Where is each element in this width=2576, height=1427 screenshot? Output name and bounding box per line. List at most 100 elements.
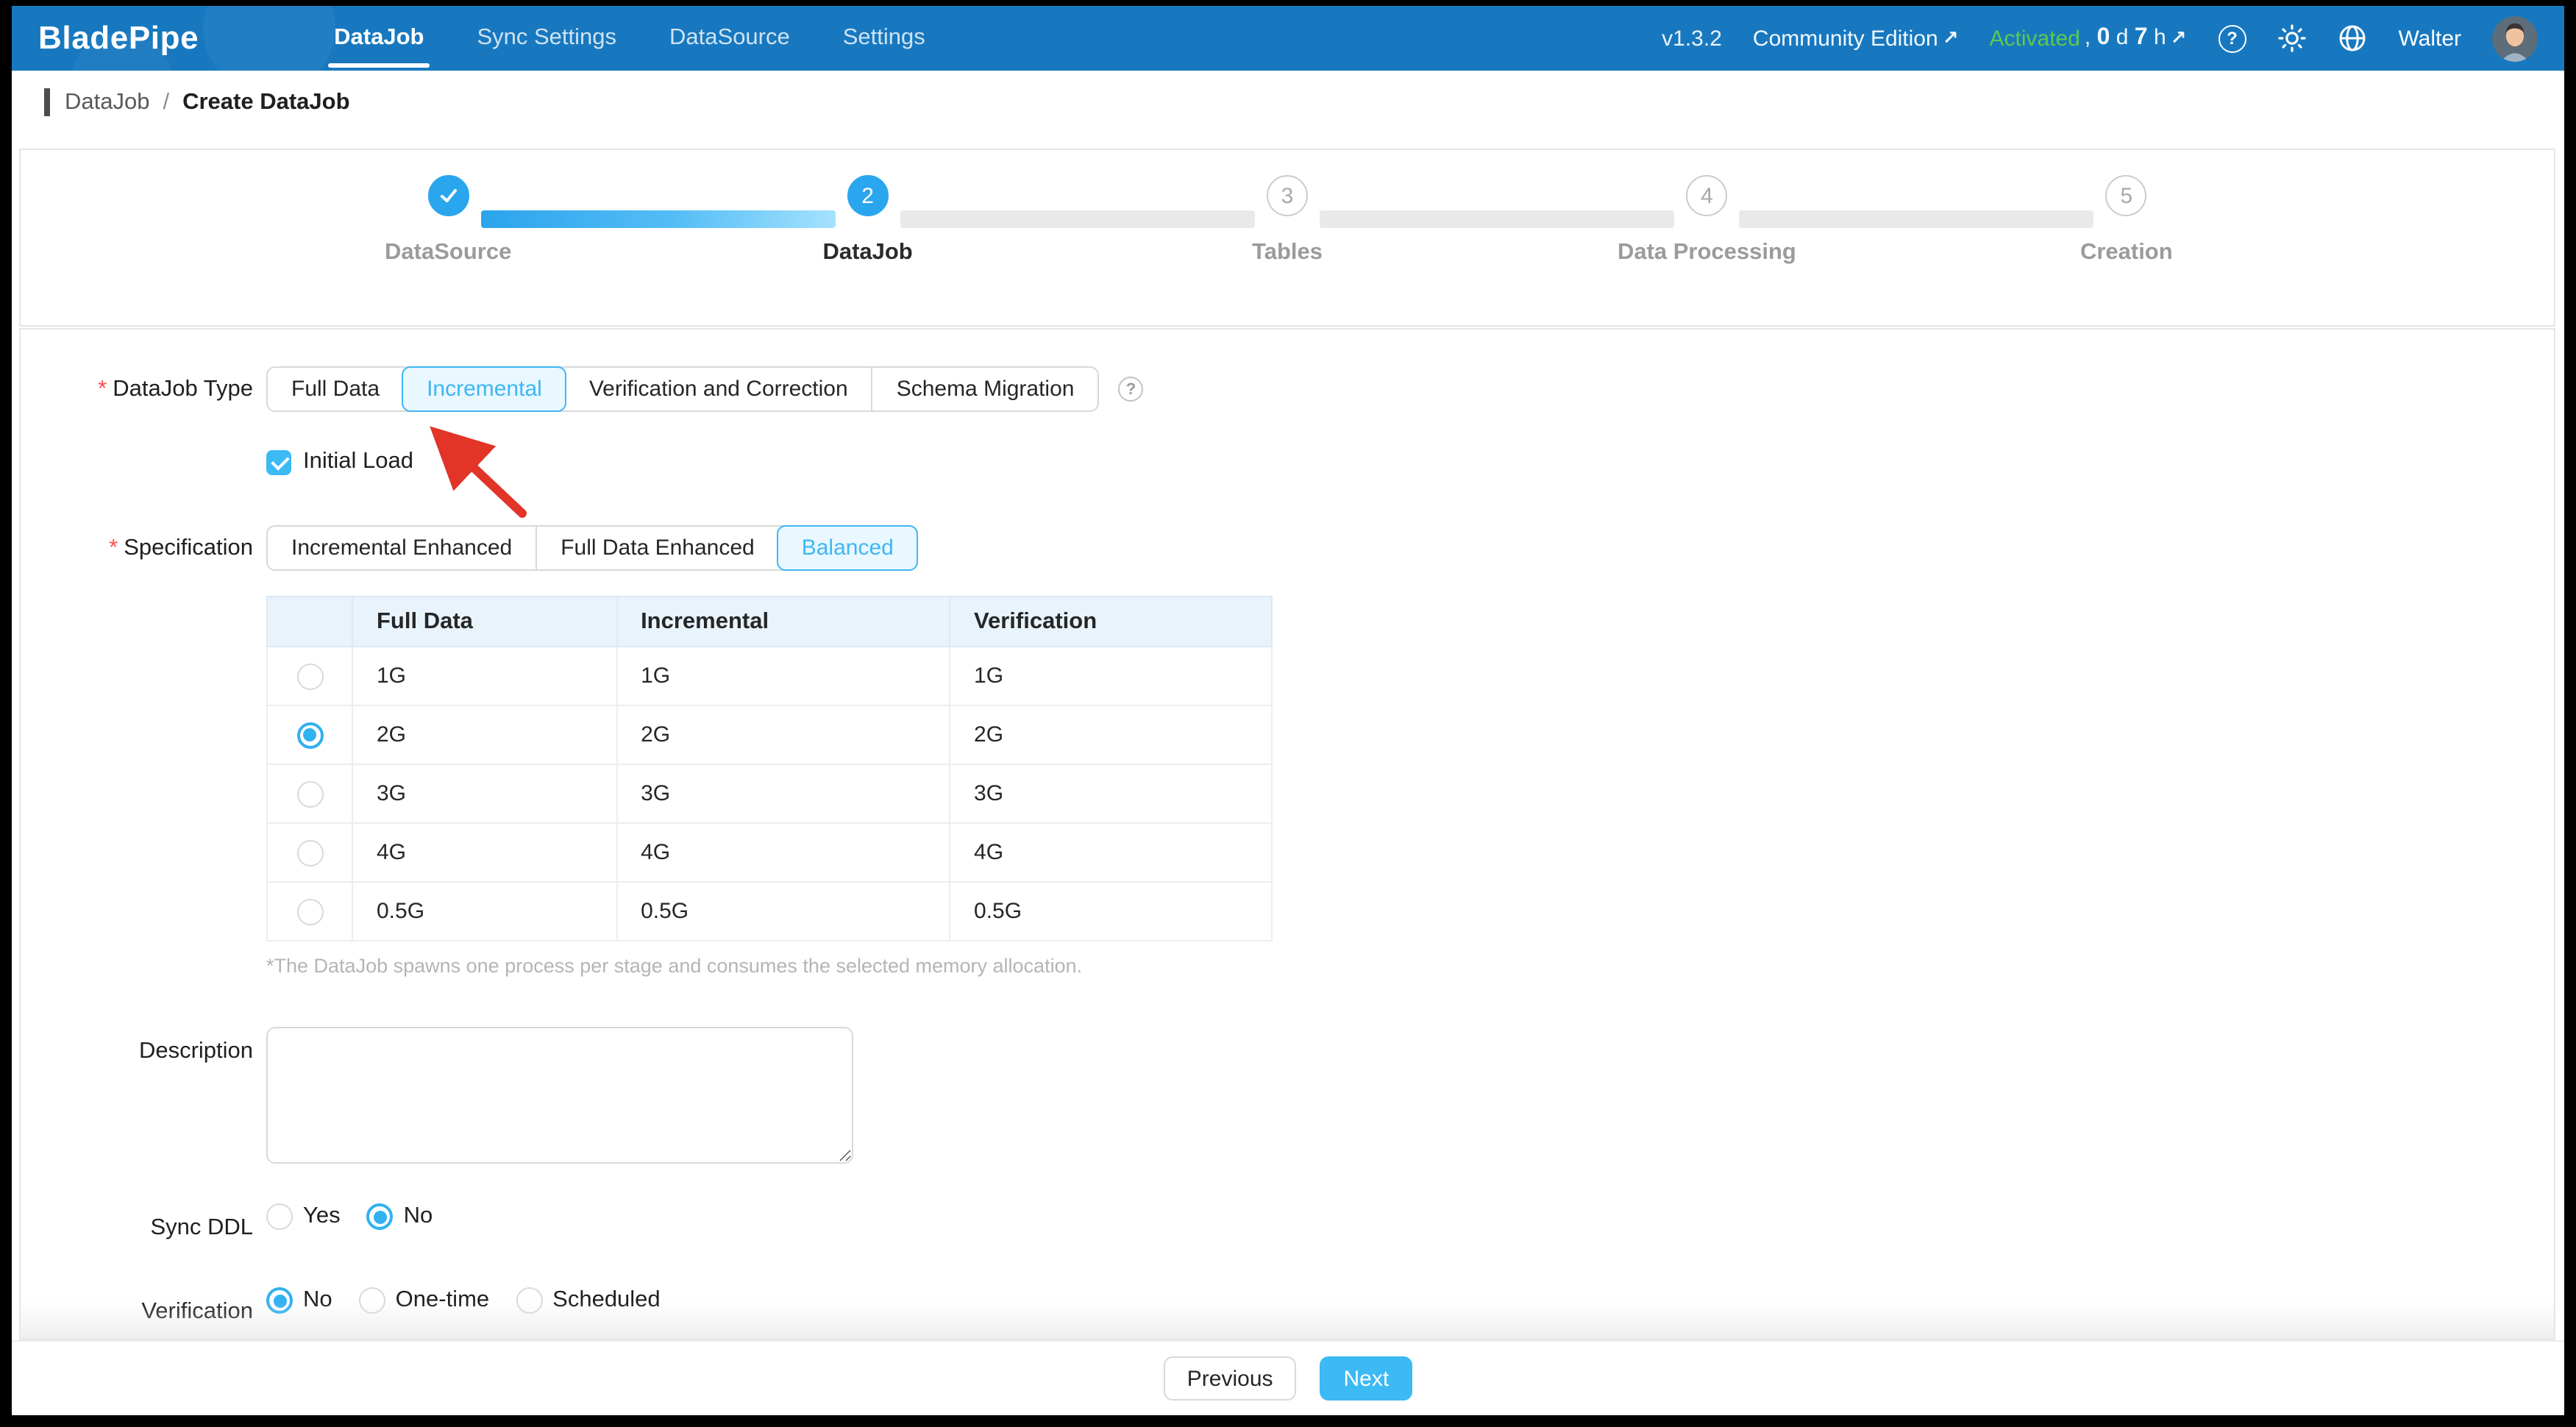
row-radio-cell[interactable]: [267, 764, 352, 823]
cell-full-data: 4G: [352, 823, 616, 882]
breadcrumb-parent[interactable]: DataJob: [65, 89, 149, 115]
step-number-circle: 5: [2106, 175, 2147, 216]
cell-verification: 4G: [950, 823, 1272, 882]
cell-full-data: 1G: [352, 647, 616, 705]
specification-row: Incremental Enhanced Full Data Enhanced …: [266, 525, 919, 571]
row-radio-1g[interactable]: [296, 663, 323, 689]
wizard-steps: DataSource 2 DataJob 3 Tables 4 Data Pro…: [238, 175, 2336, 266]
page-title: Create DataJob: [182, 89, 349, 115]
navbar-right-cluster: v1.3.2 Community Edition ↗ Activated , 0…: [1662, 15, 2538, 61]
row-radio-cell[interactable]: [267, 647, 352, 705]
sun-icon: [2277, 24, 2307, 53]
datajob-type-label: *DataJob Type: [21, 377, 253, 403]
row-radio-cell[interactable]: [267, 882, 352, 941]
breadcrumb-accent-bar: [44, 88, 50, 116]
edition-label: Community Edition: [1753, 26, 1938, 51]
username-label[interactable]: Walter: [2398, 26, 2461, 51]
cell-incremental: 1G: [616, 647, 950, 705]
required-asterisk: *: [98, 377, 107, 402]
table-row: 2G 2G 2G: [267, 705, 1272, 764]
help-button[interactable]: ?: [2217, 24, 2246, 53]
nav-item-datasource[interactable]: DataSource: [669, 6, 790, 71]
app-window: BladePipe DataJob Sync Settings DataSour…: [12, 6, 2564, 1415]
column-header-verification: Verification: [950, 597, 1272, 647]
datajob-form-card: *DataJob Type Full Data Incremental Veri…: [19, 328, 2555, 1340]
option-incremental-enhanced[interactable]: Incremental Enhanced: [268, 527, 536, 569]
previous-button[interactable]: Previous: [1164, 1356, 1297, 1401]
row-radio-cell[interactable]: [267, 823, 352, 882]
verification-option-scheduled[interactable]: Scheduled: [516, 1287, 661, 1314]
step-check-circle: [427, 175, 469, 216]
screenshot-frame: BladePipe DataJob Sync Settings DataSour…: [0, 0, 2576, 1427]
nav-item-datajob[interactable]: DataJob: [334, 6, 424, 71]
verification-radio-group: No One-time Scheduled: [266, 1287, 661, 1314]
nav-item-sync-settings[interactable]: Sync Settings: [477, 6, 616, 71]
table-row: 1G 1G 1G: [267, 647, 1272, 705]
theme-toggle-button[interactable]: [2277, 24, 2307, 53]
version-label: v1.3.2: [1662, 26, 1722, 51]
sync-ddl-label: Sync DDL: [21, 1215, 253, 1242]
initial-load-checkbox-row[interactable]: Initial Load: [266, 449, 413, 475]
table-row: 0.5G 0.5G 0.5G: [267, 882, 1272, 941]
next-button[interactable]: Next: [1320, 1356, 1413, 1401]
brand-logo[interactable]: BladePipe: [38, 19, 199, 57]
license-uptime-link[interactable]: Activated , 0 d 7 h ↗: [1990, 25, 2187, 51]
step-label: Tables: [1252, 240, 1323, 266]
sync-ddl-option-yes[interactable]: Yes: [266, 1203, 341, 1230]
breadcrumb: DataJob / Create DataJob: [44, 88, 350, 116]
option-incremental-selected[interactable]: Incremental: [402, 366, 567, 412]
cell-verification: 1G: [950, 647, 1272, 705]
external-link-icon: ↗: [2171, 26, 2187, 50]
step-number-circle: 3: [1267, 175, 1308, 216]
specification-label: *Specification: [21, 535, 253, 562]
main-nav: DataJob Sync Settings DataSource Setting…: [334, 6, 925, 71]
step-label: Data Processing: [1618, 240, 1796, 266]
row-radio-2g-selected[interactable]: [296, 722, 323, 748]
cell-incremental: 3G: [616, 764, 950, 823]
option-verification-and-correction[interactable]: Verification and Correction: [566, 368, 872, 410]
cell-incremental: 0.5G: [616, 882, 950, 941]
cell-full-data: 2G: [352, 705, 616, 764]
radio-checked[interactable]: [266, 1287, 293, 1314]
row-radio-3g[interactable]: [296, 780, 323, 807]
license-status-badge: Activated: [1990, 26, 2080, 51]
specification-table: Full Data Incremental Verification 1G 1G…: [266, 596, 1273, 942]
required-asterisk: *: [109, 535, 118, 561]
row-radio-4g[interactable]: [296, 839, 323, 866]
option-full-data[interactable]: Full Data: [268, 368, 403, 410]
globe-icon: [2338, 24, 2367, 53]
cell-incremental: 2G: [616, 705, 950, 764]
verification-label: Verification: [21, 1299, 253, 1325]
avatar[interactable]: [2492, 15, 2538, 61]
option-full-data-enhanced[interactable]: Full Data Enhanced: [536, 527, 778, 569]
cell-full-data: 0.5G: [352, 882, 616, 941]
step-number-circle: 4: [1686, 175, 1727, 216]
check-icon: [438, 185, 458, 206]
row-radio-cell[interactable]: [267, 705, 352, 764]
sync-ddl-radio-group: Yes No: [266, 1203, 433, 1230]
question-mark-icon: ?: [2218, 24, 2246, 52]
nav-item-settings[interactable]: Settings: [843, 6, 925, 71]
radio-checked[interactable]: [367, 1203, 394, 1230]
step-label: DataJob: [822, 240, 912, 266]
table-row: 4G 4G 4G: [267, 823, 1272, 882]
datajob-type-segmented: Full Data Incremental Verification and C…: [266, 366, 1099, 412]
row-radio-05g[interactable]: [296, 898, 323, 925]
verification-option-one-time[interactable]: One-time: [359, 1287, 490, 1314]
option-balanced-selected[interactable]: Balanced: [777, 525, 919, 571]
option-schema-migration[interactable]: Schema Migration: [872, 368, 1098, 410]
cell-full-data: 3G: [352, 764, 616, 823]
initial-load-label: Initial Load: [303, 449, 413, 475]
language-button[interactable]: [2338, 24, 2367, 53]
datajob-type-help-icon[interactable]: ?: [1118, 377, 1143, 402]
column-header-full-data: Full Data: [352, 597, 616, 647]
edition-link[interactable]: Community Edition ↗: [1753, 26, 1959, 51]
radio-unchecked[interactable]: [516, 1287, 542, 1314]
radio-unchecked[interactable]: [266, 1203, 293, 1230]
description-textarea[interactable]: [266, 1027, 853, 1164]
radio-unchecked[interactable]: [359, 1287, 385, 1314]
datajob-type-row: Full Data Incremental Verification and C…: [266, 366, 1143, 412]
sync-ddl-option-no-selected[interactable]: No: [367, 1203, 433, 1230]
verification-option-no-selected[interactable]: No: [266, 1287, 332, 1314]
initial-load-checkbox[interactable]: [266, 449, 291, 474]
